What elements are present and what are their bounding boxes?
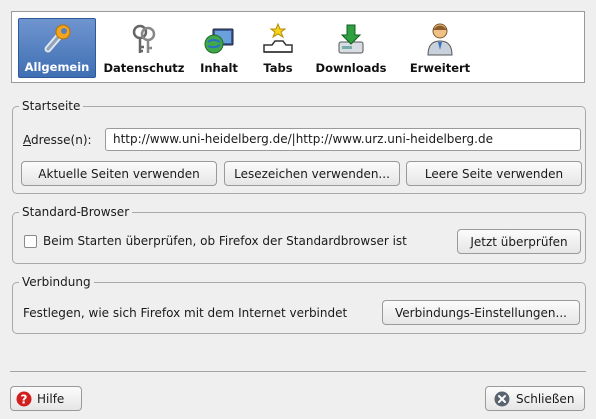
tab-label: Inhalt (200, 61, 238, 75)
help-icon: ? (16, 391, 32, 406)
connection-description: Festlegen, wie sich Firefox mit dem Inte… (23, 306, 348, 320)
connection-settings-button[interactable]: Verbindungs-Einstellungen... (382, 300, 580, 325)
wrench-icon (44, 24, 71, 53)
tab-allgemein[interactable]: Allgemein (18, 18, 96, 78)
help-label: Hilfe (37, 391, 65, 406)
globe-monitor-icon (204, 28, 234, 54)
tabs-icon (263, 22, 293, 53)
group-title: Verbindung (19, 275, 94, 289)
use-bookmark-button[interactable]: Lesezeichen verwenden... (224, 161, 400, 186)
keys-icon (132, 24, 156, 53)
close-label: Schließen (516, 391, 575, 406)
use-blank-page-button[interactable]: Leere Seite verwenden (406, 161, 582, 186)
check-now-button[interactable]: Jetzt überprüfen (457, 229, 581, 254)
use-current-pages-button[interactable]: Aktuelle Seiten verwenden (21, 161, 217, 186)
tab-erweitert[interactable]: Erweitert (404, 18, 476, 78)
tab-tabs[interactable]: Tabs (256, 18, 300, 78)
connection-group: Verbindung Festlegen, wie sich Firefox m… (12, 275, 586, 334)
close-button[interactable]: Schließen (485, 386, 585, 411)
user-gear-icon (427, 23, 453, 56)
check-default-browser-checkbox[interactable] (24, 235, 37, 248)
tab-label: Downloads (315, 61, 387, 75)
footer-divider (10, 371, 586, 372)
tab-label: Tabs (263, 61, 293, 75)
tab-datenschutz[interactable]: Datenschutz (103, 18, 185, 78)
category-toolbar: Allgemein Datenschutz Inhalt Tabs Downlo… (11, 11, 585, 83)
download-drive-icon (338, 24, 364, 54)
tab-label: Datenschutz (103, 61, 185, 75)
check-default-browser-label: Beim Starten überprüfen, ob Firefox der … (43, 234, 407, 248)
group-title: Startseite (19, 99, 84, 113)
svg-text:?: ? (21, 392, 28, 406)
address-label: Adresse(n): (23, 133, 92, 147)
tab-downloads[interactable]: Downloads (310, 18, 392, 78)
address-input[interactable]: http://www.uni-heidelberg.de/|http://www… (105, 128, 581, 151)
close-icon (494, 391, 510, 406)
tab-label: Allgemein (24, 60, 90, 74)
group-title: Standard-Browser (19, 205, 133, 219)
default-browser-group: Standard-Browser Beim Starten überprüfen… (12, 205, 586, 264)
startseite-group: Startseite Adresse(n): http://www.uni-he… (12, 99, 586, 194)
tab-label: Erweitert (409, 61, 471, 75)
tab-inhalt[interactable]: Inhalt (192, 18, 246, 78)
help-button[interactable]: ? Hilfe (10, 386, 82, 411)
